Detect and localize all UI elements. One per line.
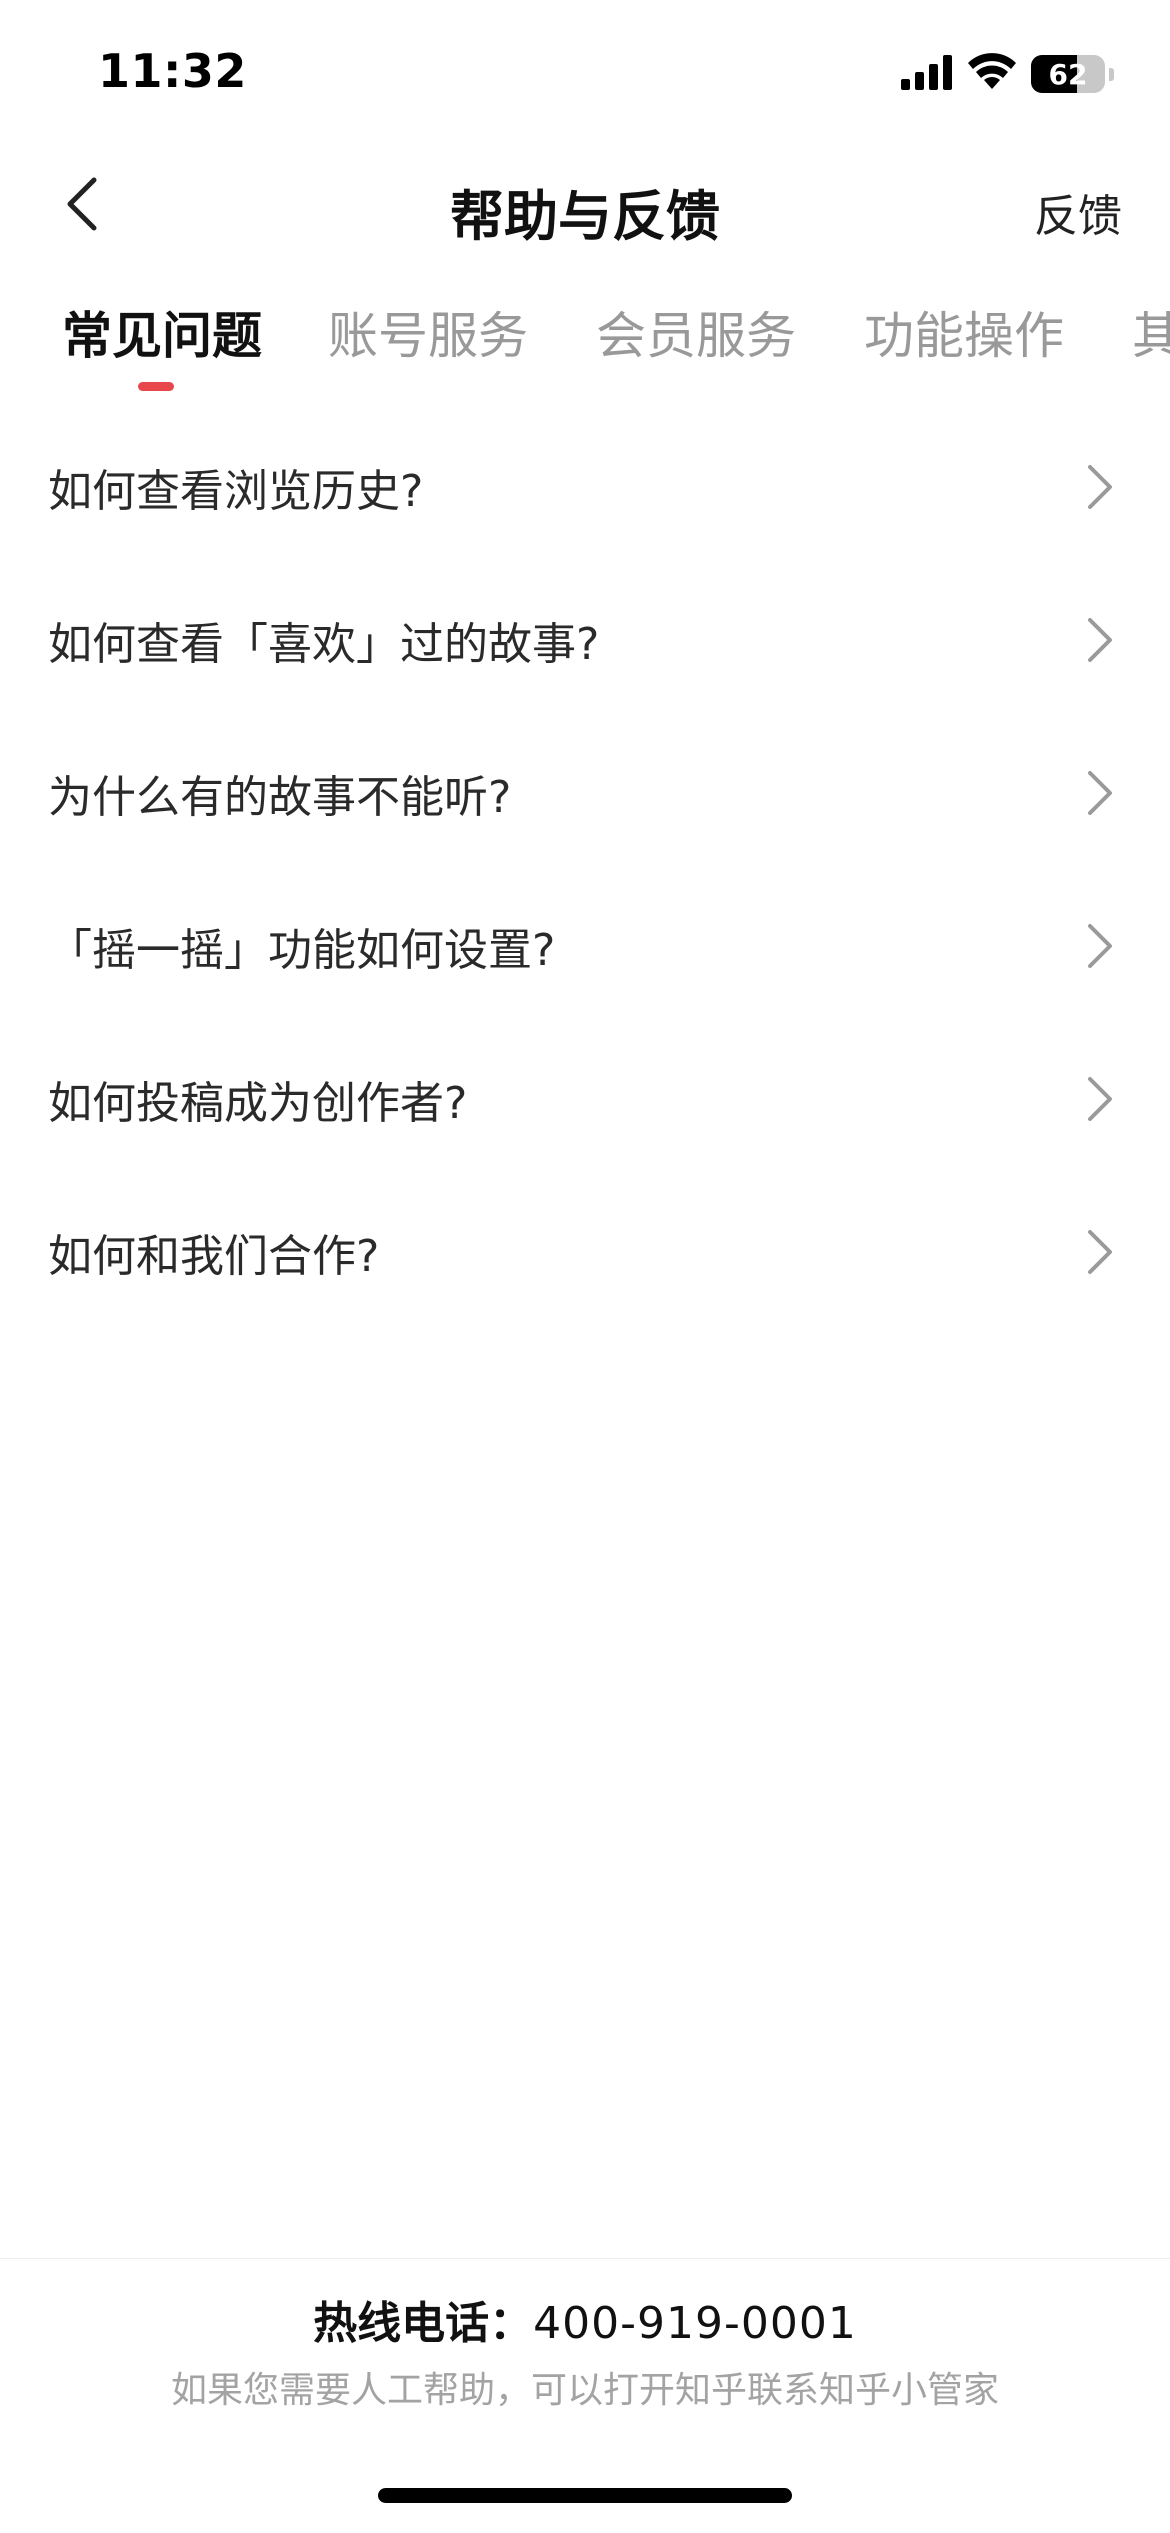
faq-item-liked-stories[interactable]: 如何查看「喜欢」过的故事? bbox=[0, 563, 1170, 716]
chevron-right-icon bbox=[1088, 770, 1112, 815]
wifi-icon bbox=[967, 53, 1017, 95]
faq-item-cannot-listen[interactable]: 为什么有的故事不能听? bbox=[0, 716, 1170, 869]
faq-question: 为什么有的故事不能听? bbox=[48, 771, 512, 823]
faq-question: 「摇一摇」功能如何设置? bbox=[48, 924, 556, 976]
faq-list: 如何查看浏览历史? 如何查看「喜欢」过的故事? 为什么有的故事不能听? 「摇一摇… bbox=[0, 410, 1170, 1328]
chevron-right-icon bbox=[1088, 617, 1112, 662]
home-indicator bbox=[378, 2488, 792, 2503]
hotline-label: 热线电话： bbox=[313, 2298, 534, 2349]
nav-bar: 帮助与反馈 反馈 bbox=[0, 150, 1170, 262]
faq-question: 如何投稿成为创作者? bbox=[48, 1077, 468, 1129]
hotline-number[interactable]: 400-919-0001 bbox=[533, 2298, 857, 2349]
chevron-right-icon bbox=[1088, 1229, 1112, 1274]
battery-nub bbox=[1109, 67, 1114, 81]
status-icons: 62 bbox=[901, 52, 1114, 96]
hotline: 热线电话：400-919-0001 bbox=[0, 2287, 1170, 2351]
tab-faq[interactable]: 常见问题 bbox=[62, 296, 262, 396]
footer-hint: 如果您需要人工帮助，可以打开知乎联系知乎小管家 bbox=[170, 2370, 999, 2411]
status-bar: 11:32 62 bbox=[0, 0, 1170, 150]
active-tab-indicator bbox=[138, 382, 174, 391]
battery-level-text: 62 bbox=[1048, 57, 1088, 91]
chevron-right-icon bbox=[1088, 923, 1112, 968]
faq-item-become-creator[interactable]: 如何投稿成为创作者? bbox=[0, 1022, 1170, 1175]
faq-item-cooperation[interactable]: 如何和我们合作? bbox=[0, 1175, 1170, 1328]
feedback-button[interactable]: 反馈 bbox=[1034, 180, 1122, 244]
page-title: 帮助与反馈 bbox=[450, 185, 720, 248]
faq-item-browse-history[interactable]: 如何查看浏览历史? bbox=[0, 410, 1170, 563]
faq-question: 如何和我们合作? bbox=[48, 1230, 380, 1282]
cellular-signal-icon bbox=[901, 54, 953, 94]
chevron-right-icon bbox=[1088, 1076, 1112, 1121]
faq-question: 如何查看浏览历史? bbox=[48, 465, 424, 517]
chevron-right-icon bbox=[1088, 464, 1112, 509]
tab-membership-service[interactable]: 会员服务 bbox=[596, 296, 796, 396]
tab-account-service[interactable]: 账号服务 bbox=[328, 296, 528, 396]
faq-item-shake-setting[interactable]: 「摇一摇」功能如何设置? bbox=[0, 869, 1170, 1022]
tab-other[interactable]: 其 bbox=[1132, 296, 1170, 396]
faq-question: 如何查看「喜欢」过的故事? bbox=[48, 618, 600, 670]
tab-function-operation[interactable]: 功能操作 bbox=[864, 296, 1064, 396]
battery-icon: 62 bbox=[1031, 55, 1105, 93]
category-tabs: 常见问题 账号服务 会员服务 功能操作 其 bbox=[0, 296, 1170, 406]
status-time: 11:32 bbox=[98, 44, 247, 98]
